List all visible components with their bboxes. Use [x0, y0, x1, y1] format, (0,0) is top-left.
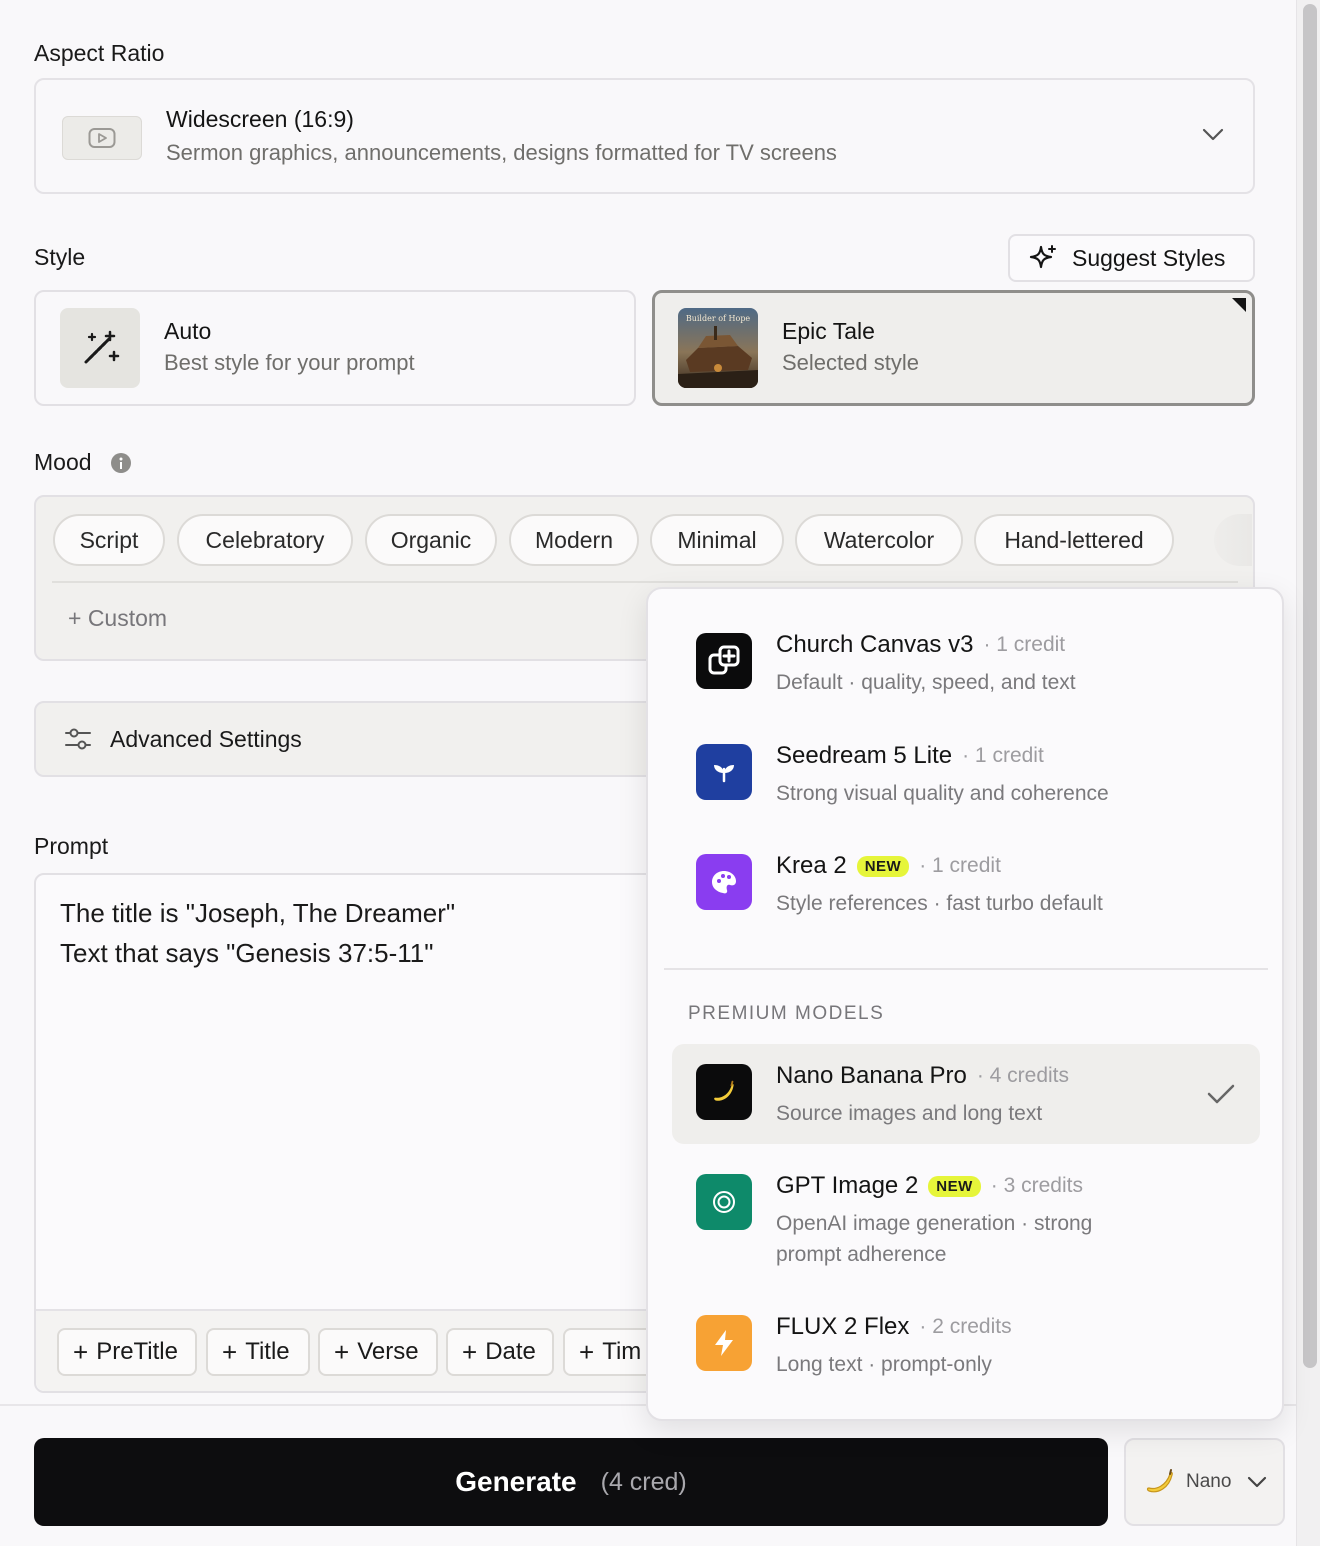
aspect-desc: Sermon graphics, announcements, designs … [166, 140, 837, 165]
aspect-title: Widescreen (16:9) [166, 106, 354, 132]
insert-title-button[interactable]: + Title [206, 1328, 310, 1376]
mood-chip-minimal[interactable]: Minimal [650, 514, 784, 566]
banana-icon [696, 1064, 752, 1120]
mood-label: Mood [34, 449, 92, 475]
model-option-flux-2-flex[interactable]: FLUX 2 Flex · 2 credits Long text · prom… [672, 1295, 1260, 1395]
model-dropdown: Church Canvas v3 · 1 credit Default · qu… [646, 587, 1284, 1421]
style-title: Epic Tale [782, 318, 875, 344]
model-option-krea[interactable]: Krea 2 NEW · 1 credit Style references ·… [672, 832, 1260, 932]
custom-mood-button[interactable]: + Custom [68, 605, 167, 632]
model-credit: · 3 credits [990, 1174, 1083, 1197]
widescreen-thumb [62, 116, 142, 160]
model-name: FLUX 2 Flex [776, 1313, 910, 1340]
model-desc: Source images and long text [776, 1102, 1043, 1125]
advanced-settings-label: Advanced Settings [110, 725, 302, 752]
epic-tale-thumb: Builder of Hope [678, 308, 758, 388]
prompt-line: Text that says "Genesis 37:5-11" [60, 938, 434, 968]
generate-cost: (4 cred) [600, 1467, 687, 1496]
new-badge: NEW [928, 1175, 981, 1197]
style-label: Style [34, 244, 86, 270]
style-card-epic-tale[interactable]: Builder of Hope Epic Tale Selected style [652, 290, 1255, 406]
aspect-ratio-select[interactable]: Widescreen (16:9) Sermon graphics, annou… [34, 78, 1255, 194]
model-desc: Default · quality, speed, and text [776, 671, 1076, 694]
corner-marker-icon [1232, 298, 1246, 312]
epic-tale-image: Builder of Hope [678, 308, 758, 388]
model-credit: · 1 credit [962, 744, 1044, 767]
svg-text:Builder of Hope: Builder of Hope [686, 314, 751, 323]
insert-date-button[interactable]: + Date [446, 1328, 554, 1376]
info-icon[interactable] [111, 453, 131, 473]
model-option-nano-banana-pro[interactable]: Nano Banana Pro · 4 credits Source image… [672, 1044, 1260, 1144]
model-name: GPT Image 2 [776, 1172, 919, 1199]
sparkle-icon [1029, 245, 1056, 269]
model-desc: OpenAI image generation · strong prompt … [776, 1212, 1093, 1266]
magic-wand-icon [84, 330, 120, 364]
model-name: Seedream 5 Lite [776, 742, 953, 769]
generate-label: Generate [455, 1466, 577, 1497]
model-credit: · 1 credit [983, 633, 1066, 656]
model-credit: · 1 credit [919, 854, 1001, 877]
mood-chip-watercolor[interactable]: Watercolor [795, 514, 963, 566]
model-option-seedream[interactable]: Seedream 5 Lite · 1 credit Strong visual… [672, 722, 1260, 822]
krea-icon [696, 854, 752, 910]
sliders-icon [65, 728, 91, 750]
auto-thumb [60, 308, 140, 388]
mood-chip-modern[interactable]: Modern [509, 514, 639, 566]
chevron-down-icon [1248, 1476, 1267, 1488]
style-desc: Best style for your prompt [164, 350, 415, 375]
model-name: Church Canvas v3 [776, 631, 974, 658]
generate-button[interactable]: Generate (4 cred) [34, 1438, 1108, 1526]
dropdown-divider [664, 968, 1268, 970]
seedream-icon [696, 744, 752, 800]
scrollbar-thumb[interactable] [1303, 4, 1317, 1368]
style-title: Auto [164, 318, 212, 344]
model-credit: · 4 credits [976, 1064, 1070, 1087]
new-badge: NEW [856, 855, 910, 877]
model-select-label: Nano [1186, 1471, 1232, 1492]
church-canvas-icon [696, 633, 752, 689]
model-option-church-canvas[interactable]: Church Canvas v3 · 1 credit Default · qu… [672, 611, 1260, 711]
banana-icon [1146, 1469, 1173, 1493]
check-icon [1207, 1084, 1235, 1104]
style-desc: Selected style [782, 350, 919, 375]
model-option-gpt-image-2[interactable]: GPT Image 2 NEW · 3 credits OpenAI image… [672, 1154, 1260, 1282]
mood-chip-organic[interactable]: Organic [365, 514, 497, 566]
suggest-styles-label: Suggest Styles [1072, 244, 1226, 271]
chip-overflow-fade [1214, 514, 1252, 566]
model-desc: Long text · prompt-only [776, 1353, 992, 1376]
model-name: Nano Banana Pro [776, 1062, 967, 1089]
model-credit: · 2 credits [919, 1315, 1012, 1338]
mood-divider [52, 581, 1238, 583]
suggest-styles-button[interactable]: Suggest Styles [1008, 234, 1255, 282]
model-desc: Strong visual quality and coherence [776, 782, 1109, 805]
mood-chip-hand-lettered[interactable]: Hand-lettered [974, 514, 1174, 566]
prompt-label: Prompt [34, 833, 109, 859]
aspect-ratio-label: Aspect Ratio [34, 40, 165, 66]
flux-icon [696, 1315, 752, 1371]
chevron-down-icon [1202, 128, 1224, 141]
model-desc: Style references · fast turbo default [776, 892, 1103, 915]
premium-models-label: PREMIUM MODELS [688, 1003, 885, 1024]
insert-pretitle-button[interactable]: + PreTitle [57, 1328, 197, 1376]
openai-icon [696, 1174, 752, 1230]
insert-verse-button[interactable]: + Verse [318, 1328, 438, 1376]
prompt-line: The title is "Joseph, The Dreamer" [60, 898, 456, 928]
mood-chip-script[interactable]: Script [53, 514, 165, 566]
model-name: Krea 2 [776, 852, 847, 879]
model-select-button[interactable]: Nano [1124, 1438, 1285, 1526]
play-icon [88, 128, 116, 148]
mood-chip-celebratory[interactable]: Celebratory [177, 514, 353, 566]
style-card-auto[interactable]: Auto Best style for your prompt [34, 290, 636, 406]
